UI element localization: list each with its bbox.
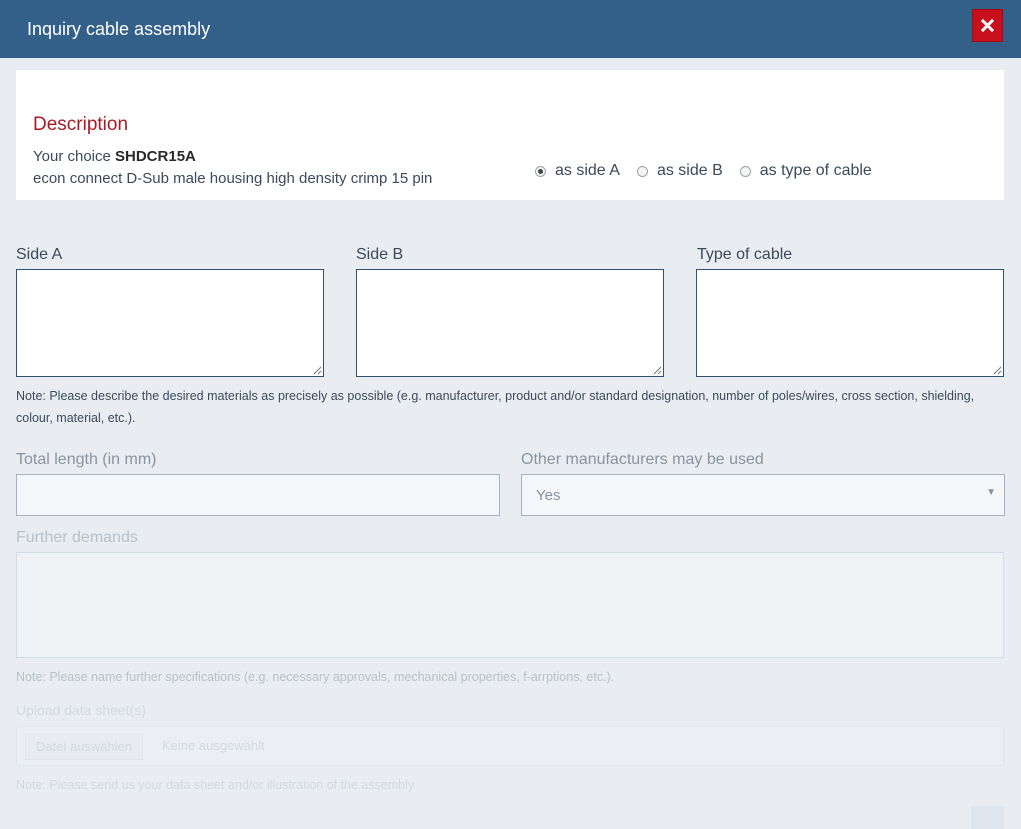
further-demands-textarea[interactable] <box>16 552 1004 658</box>
manufacturers-select[interactable]: Yes ▼ <box>521 474 1005 516</box>
radio-option-side-b[interactable]: as side B <box>636 162 723 180</box>
close-button[interactable] <box>972 9 1003 42</box>
dialog-title: Inquiry cable assembly <box>27 19 211 39</box>
choose-file-button[interactable]: Datei auswählen <box>25 734 144 760</box>
side-a-label: Side A <box>16 246 63 263</box>
further-demands-note: Note: Please name further specifications… <box>16 670 615 684</box>
product-description: econ connect D-Sub male housing high den… <box>33 170 433 187</box>
total-length-input[interactable] <box>16 474 500 516</box>
submit-button[interactable] <box>971 806 1004 829</box>
description-panel: Description Your choice SHDCR15A econ co… <box>16 70 1004 200</box>
your-choice-prefix: Your choice <box>33 148 111 165</box>
total-length-label: Total length (in mm) <box>16 451 157 468</box>
cable-type-textarea[interactable] <box>696 269 1004 377</box>
dialog-title-bar: Inquiry cable assembly <box>0 0 1021 58</box>
resize-grip-icon[interactable] <box>993 366 1002 375</box>
side-b-label: Side B <box>356 246 404 263</box>
resize-grip-icon[interactable] <box>653 366 662 375</box>
radio-button-side-b[interactable] <box>636 165 648 177</box>
upload-label: Upload data sheet(s) <box>16 702 146 718</box>
side-radio-group: as side A as side B as type of cable <box>535 162 889 180</box>
radio-button-side-a[interactable] <box>535 165 546 177</box>
radio-option-side-a[interactable]: as side A <box>535 162 620 180</box>
materials-note: Note: Please describe the desired materi… <box>16 389 975 425</box>
selected-filename: Keine ausgewählt <box>162 738 265 753</box>
radio-button-cable-type[interactable] <box>739 165 751 177</box>
radio-label-side-b: as side B <box>656 162 723 179</box>
manufacturers-label: Other manufacturers may be used <box>521 451 764 468</box>
radio-label-side-a: as side A <box>555 162 620 179</box>
radio-option-cable-type[interactable]: as type of cable <box>739 162 872 180</box>
product-code: SHDCR15A <box>115 148 196 165</box>
description-heading: Description <box>33 114 129 135</box>
resize-grip-icon[interactable] <box>313 366 322 375</box>
manufacturers-selected-value: Yes <box>536 487 561 504</box>
dropdown-arrow-icon: ▼ <box>986 487 996 498</box>
side-a-textarea[interactable] <box>16 269 324 377</box>
upload-file-input[interactable]: Datei auswählen Keine ausgewählt <box>16 726 1004 766</box>
close-icon <box>981 19 994 32</box>
side-b-textarea[interactable] <box>356 269 664 377</box>
cable-type-label: Type of cable <box>697 246 793 263</box>
upload-note: Note: Please send us your data sheet and… <box>16 778 415 792</box>
further-demands-label: Further demands <box>16 529 138 546</box>
your-choice-line: Your choice SHDCR15A <box>33 148 196 165</box>
radio-label-cable-type: as type of cable <box>759 162 872 179</box>
